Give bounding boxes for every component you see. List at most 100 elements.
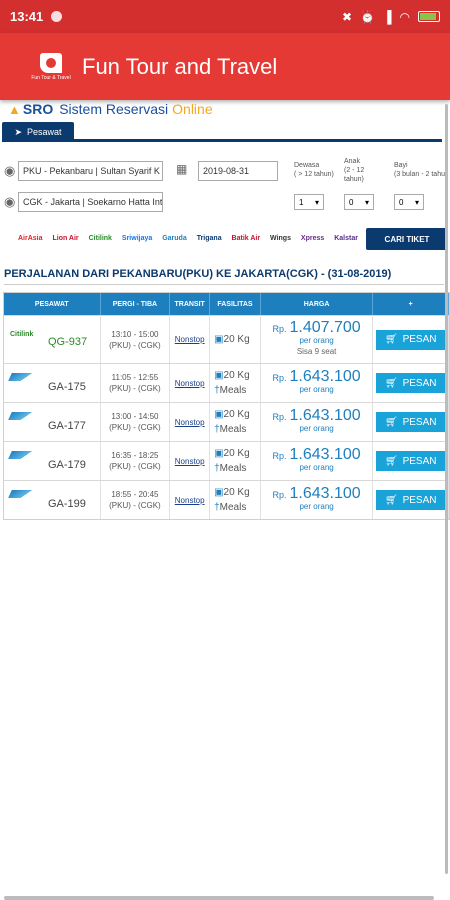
baggage-text: 20 Kg: [223, 409, 250, 420]
cart-icon: 🛒︎: [384, 494, 398, 506]
flight-number: QG-937: [48, 336, 88, 348]
col-header-transit: TRANSIT: [170, 293, 211, 315]
luggage-icon: ▣: [214, 409, 224, 420]
wifi-icon: ◠: [399, 9, 410, 24]
alarm-icon: ⏰: [360, 9, 375, 24]
cart-icon: 🛒︎: [384, 455, 398, 467]
book-button[interactable]: 🛒︎ PESAN: [375, 490, 446, 510]
adult-select[interactable]: 1 ▾: [294, 194, 324, 210]
search-button[interactable]: CARI TIKET: [366, 228, 448, 250]
meals-text: Meals: [219, 502, 247, 513]
facility-cell: ▣20 Kg †Meals: [210, 442, 261, 480]
meals-info: †Meals: [214, 383, 260, 398]
route-codes: (PKU) - (CGK): [109, 423, 161, 432]
airline-logo-batik: Batik Air: [231, 234, 261, 242]
col-header-price: HARGA: [261, 293, 374, 315]
tab-pesawat[interactable]: ➤ Pesawat: [2, 122, 74, 142]
luggage-icon: ▣: [214, 448, 224, 459]
action-cell: 🛒︎ PESAN: [373, 316, 449, 363]
horizontal-scrollbar[interactable]: [4, 896, 434, 900]
baggage-info: ▣20 Kg: [214, 368, 260, 383]
transit-link[interactable]: Nonstop: [175, 496, 205, 505]
meals-info: †Meals: [214, 461, 260, 476]
transit-link[interactable]: Nonstop: [175, 335, 205, 344]
logo-text: Fun Tour & Travel: [31, 74, 71, 81]
airline-logo-sriwijaya: Sriwijaya: [121, 234, 153, 242]
date-field[interactable]: 2019-08-31: [198, 161, 278, 181]
action-cell: 🛒︎ PESAN: [373, 481, 449, 519]
baggage-info: ▣20 Kg: [214, 485, 260, 500]
location-pin-icon: ◉: [4, 163, 16, 178]
depart-arrive-time: 16:35 - 18:25: [111, 451, 159, 460]
tab-pesawat-label: Pesawat: [27, 127, 62, 137]
price: Rp. 1.643.100: [273, 369, 361, 385]
chevron-down-icon: ▾: [314, 197, 319, 207]
col-header-time: PERGI - TIBA: [101, 293, 171, 315]
book-button[interactable]: 🛒︎ PESAN: [375, 373, 446, 393]
price: Rp. 1.643.100: [273, 447, 361, 463]
infant-select[interactable]: 0 ▾: [394, 194, 424, 210]
app-logo: Fun Tour & Travel: [24, 44, 78, 90]
transit-link[interactable]: Nonstop: [175, 379, 205, 388]
price-value: 1.643.100: [289, 407, 361, 424]
airline-logo-trigana: Trigana: [196, 234, 222, 242]
route-codes: (PKU) - (CGK): [109, 501, 161, 510]
chevron-down-icon: ▾: [414, 197, 419, 207]
child-select[interactable]: 0 ▾: [344, 194, 374, 210]
book-button-label: PESAN: [402, 416, 437, 428]
infant-select-value: 0: [399, 197, 404, 207]
facility-cell: ▣20 Kg: [210, 316, 261, 363]
flight-number: GA-177: [48, 420, 86, 432]
transit-link[interactable]: Nonstop: [175, 457, 205, 466]
time-cell: 16:35 - 18:25 (PKU) - (CGK): [101, 442, 171, 480]
airline-logo-wings: Wings: [270, 234, 291, 242]
table-row: GA-199 18:55 - 20:45 (PKU) - (CGK) Nonst…: [4, 480, 449, 519]
book-button[interactable]: 🛒︎ PESAN: [375, 451, 446, 471]
book-button[interactable]: 🛒︎ PESAN: [375, 329, 446, 350]
luggage-icon: ▣: [214, 370, 224, 381]
depart-arrive-time: 13:10 - 15:00: [111, 329, 159, 339]
meals-text: Meals: [219, 424, 247, 435]
location-pin-icon: ◉: [4, 194, 16, 209]
price-cell: Rp. 1.643.100 per orang: [261, 481, 374, 519]
book-button-label: PESAN: [402, 334, 437, 345]
status-time: 13:41: [10, 9, 44, 24]
airline-logo-lion: Lion Air: [52, 234, 79, 242]
vertical-scrollbar[interactable]: [445, 104, 448, 874]
airline-cell: GA-199: [4, 481, 101, 519]
baggage-text: 20 Kg: [223, 487, 250, 498]
infant-label: Bayi (3 bulan - 2 tahu: [394, 162, 445, 178]
currency: Rp.: [272, 490, 287, 500]
time-cell: 11:05 - 12:55 (PKU) - (CGK): [101, 364, 171, 402]
book-button[interactable]: 🛒︎ PESAN: [375, 412, 446, 432]
status-bar: 13:41 ✖ ⏰ ▐ ◠: [0, 0, 450, 33]
airline-logos: AirAsia Lion Air Citilink Sriwijaya Garu…: [18, 230, 358, 246]
time-cell: 18:55 - 20:45 (PKU) - (CGK): [101, 481, 171, 519]
adult-select-value: 1: [299, 197, 304, 207]
airline-logo-kalstar: Kalstar: [334, 234, 358, 242]
from-field[interactable]: PKU - Pekanbaru | Sultan Syarif K: [18, 161, 163, 181]
baggage-text: 20 Kg: [223, 448, 250, 459]
price-cell: Rp. 1.643.100 per orang: [261, 364, 374, 402]
to-field[interactable]: CGK - Jakarta | Soekarno Hatta Int: [18, 192, 163, 212]
price: Rp. 1.643.100: [272, 486, 361, 502]
app-bar: Fun Tour & Travel Fun Tour and Travel: [0, 33, 450, 100]
route-codes: (PKU) - (CGK): [109, 384, 161, 393]
baggage-info: ▣20 Kg: [214, 407, 260, 422]
baggage-info: ▣20 Kg: [214, 332, 260, 347]
currency: Rp.: [272, 412, 287, 422]
per-person: per orang: [299, 385, 334, 394]
airline-logo-xpress: Xpress: [300, 234, 325, 242]
route-codes: (PKU) - (CGK): [109, 340, 161, 350]
cart-icon: 🛒︎: [384, 377, 398, 389]
per-person: per orang: [299, 424, 334, 433]
battery-icon: [418, 11, 440, 22]
price-cell: Rp. 1.643.100 per orang: [261, 442, 374, 480]
transit-link[interactable]: Nonstop: [175, 418, 205, 427]
facility-cell: ▣20 Kg †Meals: [210, 403, 261, 441]
calendar-icon: ▦: [176, 162, 188, 176]
col-header-facility: FASILITAS: [210, 293, 261, 315]
action-cell: 🛒︎ PESAN: [373, 364, 449, 402]
flight-number: GA-175: [48, 381, 86, 393]
per-person: per orang: [299, 502, 334, 511]
